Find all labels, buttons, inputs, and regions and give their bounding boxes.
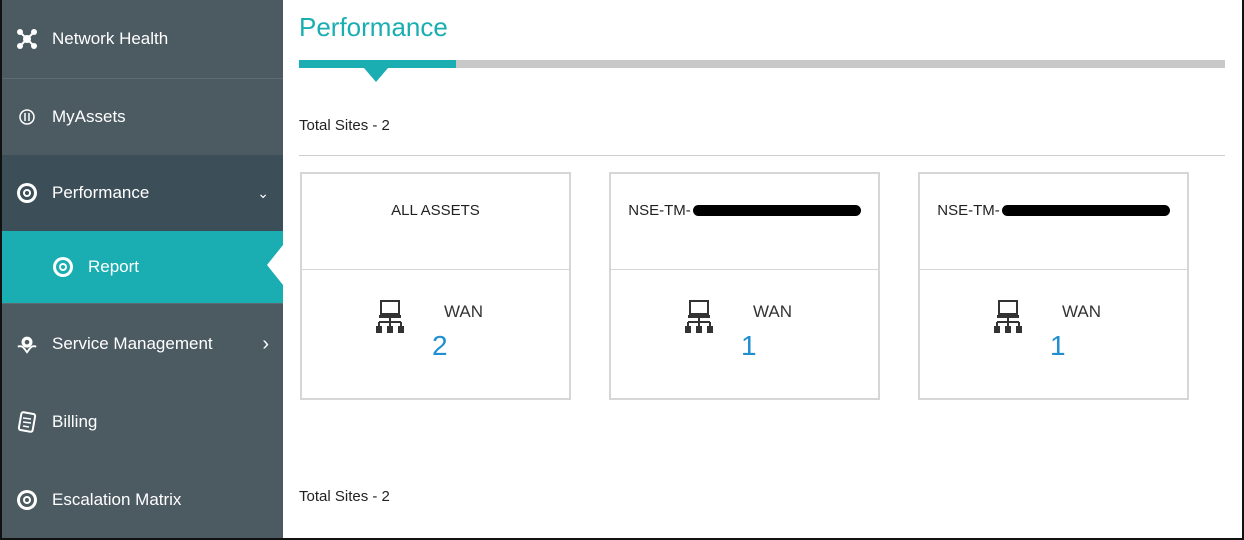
billing-icon	[16, 411, 38, 433]
active-indicator	[267, 245, 283, 285]
sidebar-item-label: Billing	[52, 412, 98, 431]
sidebar-item-label: Escalation Matrix	[52, 490, 182, 509]
sidebar-item-report[interactable]: Report	[2, 231, 283, 303]
sidebar-item-label: Performance	[52, 183, 150, 202]
main-content: Performance Total Sites - 2 ALL ASSETS W…	[283, 0, 1242, 540]
total-sites-label: Total Sites - 2	[299, 117, 390, 134]
asset-card-site-2[interactable]: NSE-TM- WAN 1	[918, 172, 1189, 400]
divider	[299, 155, 1225, 156]
card-label: WAN	[444, 302, 484, 321]
redaction-mark	[1001, 205, 1170, 216]
network-computer-icon	[376, 300, 404, 333]
chevron-down-icon: ⌄	[257, 184, 269, 201]
chevron-right-icon: ›	[262, 332, 269, 355]
sidebar: Network Health MyAssets Performance ⌄ Re…	[2, 0, 283, 540]
network-health-icon	[16, 28, 38, 50]
report-icon	[52, 256, 74, 278]
card-label: WAN	[1062, 302, 1102, 321]
card-count[interactable]: 1	[741, 330, 757, 362]
card-title: NSE-TM-	[628, 202, 691, 219]
network-computer-icon	[685, 300, 713, 333]
card-title: NSE-TM-	[937, 202, 1000, 219]
card-label: WAN	[753, 302, 793, 321]
asset-card-all[interactable]: ALL ASSETS WAN 2	[300, 172, 571, 400]
card-header: NSE-TM-	[611, 174, 878, 270]
asset-card-site-1[interactable]: NSE-TM- WAN 1	[609, 172, 880, 400]
sidebar-item-label: MyAssets	[52, 107, 126, 126]
sidebar-item-label: Service Management	[52, 334, 213, 353]
card-header: ALL ASSETS	[302, 174, 569, 270]
card-header: NSE-TM-	[920, 174, 1187, 270]
sidebar-item-billing[interactable]: Billing	[2, 384, 283, 460]
sidebar-item-label: Network Health	[52, 29, 169, 48]
performance-icon	[16, 182, 38, 204]
sidebar-item-label: Report	[88, 257, 140, 276]
sidebar-item-myassets[interactable]: MyAssets	[2, 79, 283, 155]
card-title: ALL ASSETS	[391, 202, 480, 219]
redaction-mark	[692, 205, 861, 216]
tab-pointer	[364, 68, 388, 82]
escalation-icon	[16, 489, 38, 511]
card-count[interactable]: 1	[1050, 330, 1066, 362]
card-body: WAN 1	[920, 270, 1187, 400]
sidebar-item-network-health[interactable]: Network Health	[2, 0, 283, 78]
sidebar-item-escalation-matrix[interactable]: Escalation Matrix	[2, 460, 283, 540]
total-sites-label: Total Sites - 2	[299, 488, 390, 505]
card-body: WAN 2	[302, 270, 569, 400]
card-body: WAN 1	[611, 270, 878, 400]
network-computer-icon	[994, 300, 1022, 333]
card-count[interactable]: 2	[432, 330, 448, 362]
page-title: Performance	[299, 12, 448, 42]
assets-icon	[16, 106, 38, 128]
tab-active-indicator[interactable]	[299, 60, 456, 68]
sidebar-item-service-management[interactable]: Service Management ›	[2, 304, 283, 384]
sidebar-item-performance[interactable]: Performance ⌄	[2, 155, 283, 231]
service-management-icon	[16, 333, 38, 355]
